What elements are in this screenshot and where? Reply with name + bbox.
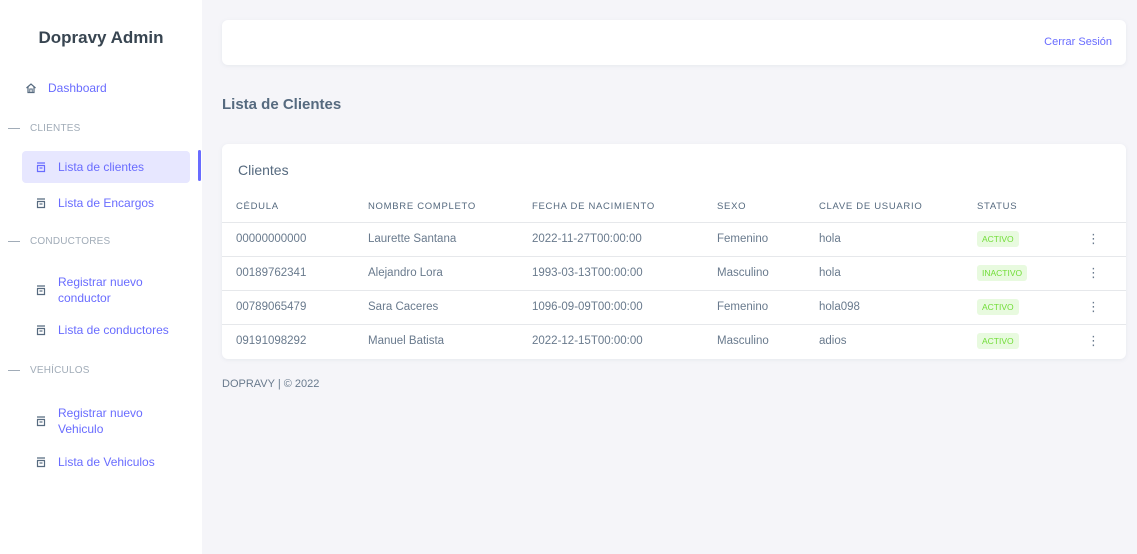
sidebar-item-label: Dashboard	[48, 81, 107, 95]
sidebar-item-label: Lista de clientes	[58, 160, 145, 174]
cell-sexo: Masculino	[717, 335, 769, 348]
cell-clave: hola098	[805, 290, 963, 325]
status-badge: ACTIVO	[977, 299, 1019, 315]
cell-fecha: 2022-11-27T00:00:00	[518, 222, 703, 257]
cell-fecha: 2022-12-15T00:00:00	[532, 335, 643, 348]
cell-sexo: Masculino	[703, 256, 805, 291]
home-icon	[22, 82, 40, 94]
section-header-conductores: CONDUCTORES	[0, 236, 202, 247]
cell-cedula: 00189762341	[222, 256, 354, 291]
column-header-status: STATUS	[963, 192, 1073, 223]
sidebar-item-registrar-vehiculo[interactable]: Registrar nuevo Vehiculo	[32, 404, 200, 438]
table-row: 00000000000 Laurette Santana 2022-11-27T…	[222, 222, 1126, 257]
row-menu-icon[interactable]: ⋮	[1087, 333, 1100, 348]
row-menu-icon[interactable]: ⋮	[1087, 265, 1100, 280]
cell-nombre: Manuel Batista	[368, 335, 445, 348]
sidebar-item-label: conductor	[58, 291, 111, 305]
sidebar-item-lista-encargos[interactable]: Lista de Encargos	[32, 195, 200, 211]
cell-cedula: 00789065479	[222, 290, 354, 325]
sidebar-item-label: Lista de Vehiculos	[58, 455, 155, 469]
sidebar-item-label: Registrar nuevo	[58, 275, 143, 289]
cell-sexo: Femenino	[703, 290, 805, 325]
section-header-vehiculos: VEHÍCULOS	[0, 365, 202, 376]
cell-nombre: Alejandro Lora	[354, 256, 518, 291]
column-header-nombre: NOMBRE COMPLETO	[354, 192, 518, 223]
top-navbar: Cerrar Sesión	[222, 20, 1126, 65]
cell-cedula: 09191098292	[236, 335, 307, 348]
sidebar-item-lista-clientes[interactable]: Lista de clientes	[22, 151, 190, 183]
status-badge: ACTIVO	[977, 231, 1019, 247]
sidebar: Dopravy Admin Dashboard CLIENTES Lista d…	[0, 0, 202, 554]
column-header-clave: CLAVE DE USUARIO	[805, 192, 963, 223]
cell-nombre: Sara Caceres	[354, 290, 518, 325]
row-menu-icon[interactable]: ⋮	[1087, 299, 1100, 314]
sidebar-item-lista-vehiculos[interactable]: Lista de Vehiculos	[32, 454, 200, 470]
row-menu-icon[interactable]: ⋮	[1087, 231, 1100, 246]
box-icon	[32, 456, 50, 468]
column-header-sexo: SEXO	[703, 192, 805, 223]
cell-sexo: Femenino	[703, 222, 805, 257]
sidebar-item-label: Lista de Encargos	[58, 196, 155, 210]
logout-link[interactable]: Cerrar Sesión	[1044, 36, 1112, 48]
box-icon	[32, 284, 50, 296]
sidebar-item-label: Registrar nuevo	[58, 406, 143, 420]
column-header-fecha: FECHA DE NACIMIENTO	[518, 192, 703, 223]
box-icon	[32, 415, 50, 427]
table-header-row: CÉDULA NOMBRE COMPLETO FECHA DE NACIMIEN…	[222, 192, 1126, 223]
sidebar-item-label: Lista de conductores	[58, 323, 169, 337]
box-icon	[32, 197, 50, 209]
table-row: 00189762341 Alejandro Lora 1993-03-13T00…	[222, 256, 1126, 291]
cell-fecha: 1993-03-13T00:00:00	[518, 256, 703, 291]
footer-copyright: DOPRAVY | © 2022	[222, 378, 320, 390]
clients-card: Clientes CÉDULA NOMBRE COMPLETO FECHA DE…	[222, 144, 1126, 359]
active-indicator	[198, 150, 201, 181]
cell-clave: hola	[805, 222, 963, 257]
cell-clave: adios	[819, 335, 847, 348]
section-header-clientes: CLIENTES	[0, 123, 202, 134]
sidebar-item-label: Vehiculo	[58, 422, 104, 436]
status-badge: ACTIVO	[977, 333, 1019, 350]
table-row: 00789065479 Sara Caceres 1096-09-09T00:0…	[222, 290, 1126, 325]
cell-cedula: 00000000000	[222, 222, 354, 257]
sidebar-item-registrar-conductor[interactable]: Registrar nuevo conductor	[32, 273, 200, 307]
column-header-actions	[1073, 192, 1126, 223]
card-title: Clientes	[238, 162, 289, 178]
brand-logo[interactable]: Dopravy Admin	[0, 28, 202, 48]
sidebar-item-dashboard[interactable]: Dashboard	[22, 80, 190, 96]
page-title: Lista de Clientes	[222, 96, 342, 113]
box-icon	[32, 324, 50, 336]
cell-nombre: Laurette Santana	[354, 222, 518, 257]
clients-table: CÉDULA NOMBRE COMPLETO FECHA DE NACIMIEN…	[222, 192, 1126, 358]
status-badge: INACTIVO	[977, 265, 1028, 281]
sidebar-item-lista-conductores[interactable]: Lista de conductores	[32, 322, 200, 338]
cell-clave: hola	[805, 256, 963, 291]
column-header-cedula: CÉDULA	[222, 192, 354, 223]
cell-fecha: 1096-09-09T00:00:00	[518, 290, 703, 325]
box-icon	[32, 161, 50, 173]
table-row: 09191098292 Manuel Batista 2022-12-15T00…	[222, 324, 1126, 358]
